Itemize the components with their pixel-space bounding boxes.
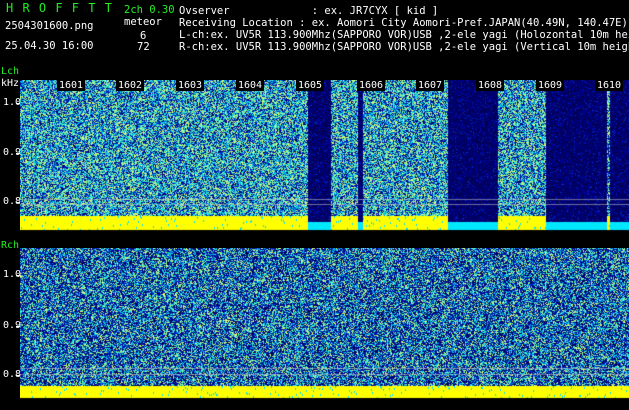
rch-settings-line: R-ch:ex. UV5R 113.900Mhz(SAPPORO VOR)USB…	[179, 41, 629, 53]
rch-count: 72	[137, 41, 150, 53]
time-marker-1604: 1604	[236, 80, 265, 91]
rch-tick-08	[16, 375, 20, 376]
rch-tick-10	[16, 275, 20, 276]
lch-tick-08	[16, 202, 20, 203]
time-marker-1601: 1601	[57, 80, 86, 91]
lch-settings-line: L-ch:ex. UV5R 113.900Mhz(SAPPORO VOR)USB…	[179, 29, 629, 41]
rch-tick-09	[16, 326, 20, 327]
app-title: H R O F F T T	[6, 1, 113, 15]
observer-line: Ovserver : ex. JR7CYX [ kid ]	[179, 5, 439, 17]
version-label: 2ch 0.30	[124, 4, 175, 16]
filename-label: 2504301600.png	[5, 20, 94, 32]
time-marker-1606: 1606	[357, 80, 386, 91]
datetime-label: 25.04.30 16:00	[5, 40, 94, 52]
lch-tick-10	[16, 103, 20, 104]
rch-label: Rch	[1, 240, 20, 251]
time-marker-1608: 1608	[476, 80, 505, 91]
location-line: Receiving Location : ex. Aomori City Aom…	[179, 17, 628, 29]
time-marker-1610: 1610	[595, 80, 624, 91]
lch-unit-label: kHz	[1, 78, 20, 89]
rch-spectrogram	[20, 248, 629, 400]
lch-label: Lch	[1, 66, 20, 77]
mode-label: meteor	[124, 16, 162, 28]
time-marker-1609: 1609	[536, 80, 565, 91]
lch-spectrogram	[20, 80, 629, 232]
time-marker-1603: 1603	[176, 80, 205, 91]
time-marker-1605: 1605	[296, 80, 325, 91]
time-marker-1607: 1607	[416, 80, 445, 91]
lch-tick-09	[16, 153, 20, 154]
time-marker-1602: 1602	[116, 80, 145, 91]
